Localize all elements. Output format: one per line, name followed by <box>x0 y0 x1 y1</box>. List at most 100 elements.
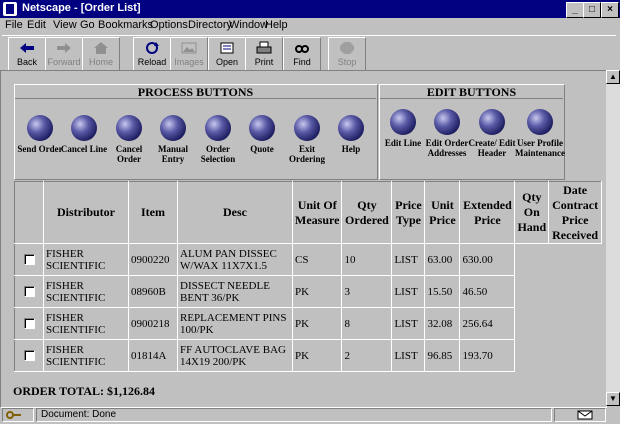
price-type-cell: LIST <box>391 307 426 340</box>
uom-cell: PK <box>291 307 343 340</box>
quote-label: Quote <box>250 144 274 154</box>
menu-file[interactable]: File <box>5 19 23 31</box>
item-cell: 01814A <box>128 339 178 372</box>
uom-cell: CS <box>291 243 343 276</box>
unit-price-cell: 15.50 <box>424 275 461 308</box>
item-cell: 08960B <box>128 275 178 308</box>
menu-view[interactable]: View <box>53 19 77 31</box>
stop-button[interactable]: Stop <box>328 37 366 71</box>
menu-bookmarks[interactable]: Bookmarks <box>98 19 153 31</box>
menu-go[interactable]: Go <box>80 19 95 31</box>
open-label: Open <box>215 57 239 67</box>
unit-price-cell: 32.08 <box>424 307 461 340</box>
reload-icon <box>146 42 159 54</box>
extended-price-cell: 256.64 <box>459 307 516 340</box>
exit-ordering-button[interactable]: Exit Ordering <box>282 115 332 164</box>
extended-price-cell: 630.00 <box>459 243 516 276</box>
menu-directory[interactable]: Directory <box>188 19 232 31</box>
netscape-icon <box>3 2 17 16</box>
desc-cell: ALUM PAN DISSEC W/WAX 11X7X1.5 <box>177 243 293 276</box>
exit-ordering-label: Exit Ordering <box>289 144 325 164</box>
back-label: Back <box>16 57 37 67</box>
order-total: ORDER TOTAL: $1,126.84 <box>13 384 156 398</box>
menu-window[interactable]: Window <box>229 19 268 31</box>
create-edit-header-button[interactable]: Create/ Edit Header <box>467 109 517 158</box>
print-icon <box>256 41 272 54</box>
manual-entry-button[interactable]: Manual Entry <box>148 115 198 164</box>
row-checkbox[interactable] <box>23 254 35 265</box>
reload-button[interactable]: Reload <box>133 37 171 71</box>
table-row: FISHER SCIENTIFIC 0900218 REPLACEMENT PI… <box>14 307 602 340</box>
edit-heading: EDIT BUTTONS <box>380 85 563 99</box>
qty-ordered-header: Qty Ordered <box>341 181 393 244</box>
home-button[interactable]: Home <box>82 37 120 71</box>
edit-line-button[interactable]: Edit Line <box>378 109 428 148</box>
status-text: Document: Done <box>36 408 552 422</box>
close-button[interactable]: × <box>601 2 619 18</box>
images-label: Images <box>174 57 204 67</box>
order-selection-button[interactable]: Order Selection <box>193 115 243 164</box>
table-header-row: Distributor Item Desc Unit Of Measure Qt… <box>14 181 603 244</box>
row-select-cell <box>14 339 44 372</box>
find-button[interactable]: Find <box>283 37 321 71</box>
manual-entry-label: Manual Entry <box>157 144 188 164</box>
edit-order-addresses-button[interactable]: Edit Order Addresses <box>422 109 472 158</box>
forward-arrow-icon <box>57 43 71 53</box>
exit-ordering-ball-icon <box>294 115 320 141</box>
user-profile-maintenance-button[interactable]: User Profile Maintenance <box>512 109 568 158</box>
minimize-button[interactable]: _ <box>566 2 584 18</box>
unit-price-header: Unit Price <box>424 181 461 244</box>
cancel-line-label: Cancel Line <box>60 144 108 154</box>
scroll-up-icon[interactable]: ▲ <box>606 70 620 84</box>
cancel-order-ball-icon <box>116 115 142 141</box>
scroll-down-icon[interactable]: ▼ <box>606 392 620 406</box>
home-label: Home <box>88 57 113 67</box>
print-label: Print <box>254 57 274 67</box>
distributor-cell: FISHER SCIENTIFIC <box>43 339 129 372</box>
menu-edit[interactable]: Edit <box>27 19 46 31</box>
uom-cell: PK <box>291 339 343 372</box>
quote-button[interactable]: Quote <box>237 115 287 154</box>
order-selection-ball-icon <box>205 115 231 141</box>
window-title: Netscape - [Order List] <box>22 2 141 14</box>
qty-ordered-cell: 3 <box>341 275 393 308</box>
user-profile-maintenance-label: User Profile Maintenance <box>515 138 565 158</box>
edit-order-addresses-label: Edit Order Addresses <box>425 138 469 158</box>
cancel-line-button[interactable]: Cancel Line <box>59 115 109 154</box>
forward-label: Forward <box>47 57 81 67</box>
edit-order-addresses-ball-icon <box>434 109 460 135</box>
images-button[interactable]: Images <box>170 37 208 71</box>
quote-ball-icon <box>249 115 275 141</box>
maximize-button[interactable]: □ <box>583 2 601 18</box>
reload-label: Reload <box>137 57 167 67</box>
order-table: Distributor Item Desc Unit Of Measure Qt… <box>14 181 603 372</box>
menu-help[interactable]: Help <box>265 19 288 31</box>
desc-cell: DISSECT NEEDLE BENT 36/PK <box>177 275 293 308</box>
mail-icon[interactable] <box>577 410 593 420</box>
send-order-ball-icon <box>27 115 53 141</box>
forward-button[interactable]: Forward <box>45 37 83 71</box>
print-button[interactable]: Print <box>245 37 283 71</box>
send-order-button[interactable]: Send Order <box>15 115 65 154</box>
menu-options[interactable]: Options <box>150 19 188 31</box>
help-label: Help <box>341 144 361 154</box>
open-button[interactable]: Open <box>208 37 246 71</box>
table-row: FISHER SCIENTIFIC 08960B DISSECT NEEDLE … <box>14 275 602 308</box>
title-bar: Netscape - [Order List] _ □ × <box>0 0 620 18</box>
vertical-scrollbar[interactable]: ▲ ▼ <box>606 70 620 406</box>
row-checkbox[interactable] <box>23 286 35 297</box>
back-button[interactable]: Back <box>8 37 46 71</box>
edit-line-ball-icon <box>390 109 416 135</box>
qty-ordered-cell: 8 <box>341 307 393 340</box>
row-checkbox[interactable] <box>23 318 35 329</box>
unit-price-cell: 96.85 <box>424 339 461 372</box>
row-checkbox[interactable] <box>23 350 35 361</box>
cancel-order-button[interactable]: Cancel Order <box>104 115 154 164</box>
table-row: FISHER SCIENTIFIC 0900220 ALUM PAN DISSE… <box>14 243 602 276</box>
desc-header: Desc <box>177 181 293 244</box>
find-icon <box>295 45 309 53</box>
toolbar: Back Forward Home Reload Images Open Pri… <box>2 35 616 71</box>
help-button[interactable]: Help <box>326 115 376 154</box>
row-select-cell <box>14 307 44 340</box>
date-contract-header: Date Contract Price Received <box>548 181 603 244</box>
